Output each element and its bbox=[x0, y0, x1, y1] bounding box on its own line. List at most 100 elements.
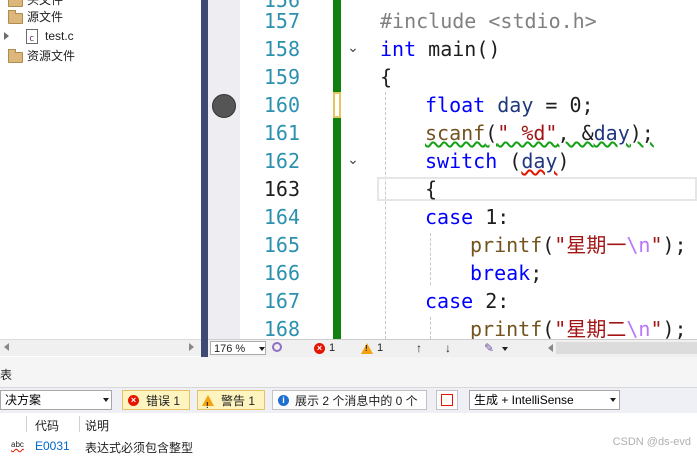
error-count[interactable]: 1 bbox=[329, 341, 335, 356]
info-icon: i bbox=[278, 395, 289, 406]
breakpoint-icon[interactable] bbox=[212, 94, 236, 118]
arrow-down-icon[interactable]: ↓ bbox=[445, 341, 451, 356]
indent-guide bbox=[385, 92, 386, 339]
code-text: ); bbox=[662, 233, 687, 257]
code-text: ); bbox=[629, 121, 654, 145]
zoom-level: 176 % bbox=[214, 343, 246, 355]
column-separator[interactable] bbox=[79, 416, 80, 432]
button-label: 错误 1 bbox=[146, 394, 181, 408]
code-line: switch (day) bbox=[425, 147, 570, 175]
line-number: 162 bbox=[263, 149, 300, 173]
collapse-chevron-icon[interactable]: ⌄ bbox=[346, 41, 360, 55]
code-text: ); bbox=[662, 317, 687, 339]
code-text: ( bbox=[542, 233, 555, 257]
warning-icon bbox=[202, 395, 214, 416]
panel-separator[interactable] bbox=[201, 0, 208, 357]
health-icon[interactable] bbox=[272, 342, 282, 352]
keyword: case bbox=[425, 205, 474, 229]
line-number: 160 bbox=[263, 93, 300, 117]
code-text: ; bbox=[530, 261, 543, 285]
scroll-left-icon[interactable] bbox=[548, 344, 553, 352]
line-numbers: 156 157 158 159 160 161 162 163 164 165 … bbox=[240, 0, 330, 341]
error-list-title-bar: 表 bbox=[0, 357, 697, 387]
brush-icon[interactable]: ✎ bbox=[484, 341, 494, 356]
error-list-header: 代码 说明 bbox=[0, 413, 697, 436]
warning-icon[interactable] bbox=[361, 343, 373, 354]
current-line-number: 163 bbox=[263, 177, 300, 201]
horizontal-scrollbar[interactable] bbox=[556, 342, 697, 354]
tree-item-label: 源文件 bbox=[27, 10, 64, 24]
line-number: 167 bbox=[263, 289, 300, 313]
scroll-left-icon[interactable] bbox=[4, 343, 9, 351]
keyword: switch bbox=[425, 149, 498, 173]
warnings-filter-button[interactable]: 警告 1 bbox=[197, 390, 265, 416]
code-text: 1: bbox=[473, 205, 510, 229]
string-literal: " bbox=[650, 317, 663, 339]
filter-button[interactable] bbox=[436, 390, 458, 410]
code-text: ( bbox=[542, 317, 555, 339]
tree-item-label: test.c bbox=[45, 29, 74, 43]
arrow-up-icon[interactable]: ↑ bbox=[416, 341, 422, 356]
code-line: printf("星期二\n"); bbox=[470, 315, 687, 339]
error-icon[interactable]: × bbox=[314, 343, 325, 354]
line-number: 158 bbox=[263, 37, 300, 61]
column-header-code[interactable]: 代码 bbox=[35, 417, 59, 434]
string-literal: " bbox=[650, 233, 663, 257]
folder-icon bbox=[8, 0, 23, 7]
code-line: int main() bbox=[380, 35, 500, 63]
glyph-margin[interactable] bbox=[208, 0, 240, 339]
line-number: 164 bbox=[263, 205, 300, 229]
variable: day bbox=[593, 121, 630, 145]
keyword: case bbox=[425, 289, 474, 313]
code-line: case 2: bbox=[425, 287, 509, 315]
collapse-chevron-icon[interactable]: ⌄ bbox=[346, 153, 360, 167]
line-number: 161 bbox=[263, 121, 300, 145]
function-name: printf bbox=[470, 233, 543, 257]
escape-sequence: \n bbox=[626, 233, 651, 257]
button-label: 警告 1 bbox=[221, 394, 256, 408]
function-name: scanf bbox=[425, 121, 486, 145]
column-separator[interactable] bbox=[26, 416, 27, 432]
keyword: int bbox=[380, 37, 417, 61]
table-row[interactable]: abc E0031 表达式必须包含整型 bbox=[0, 435, 697, 457]
zoom-dropdown[interactable]: 176 % bbox=[210, 341, 266, 355]
code-text: ( bbox=[485, 121, 498, 145]
code-line: case 1: bbox=[425, 203, 509, 231]
warning-count[interactable]: 1 bbox=[377, 341, 383, 356]
error-description: 表达式必须包含整型 bbox=[85, 441, 194, 455]
code-line: #include <stdio.h> bbox=[380, 9, 597, 33]
code-line: printf("星期一\n"); bbox=[470, 231, 687, 259]
string-literal: " %d" bbox=[497, 121, 558, 145]
errors-filter-button[interactable]: × 错误 1 bbox=[122, 390, 190, 410]
spelling-error-icon: abc bbox=[11, 440, 24, 449]
code-line: { bbox=[380, 65, 393, 89]
chevron-down-icon bbox=[610, 398, 616, 402]
code-text: ( bbox=[497, 149, 522, 173]
scope-value: 决方案 bbox=[5, 393, 42, 407]
string-literal: "星期二 bbox=[554, 317, 627, 339]
scroll-right-icon[interactable] bbox=[189, 343, 194, 351]
solution-explorer-hscrollbar[interactable] bbox=[0, 339, 201, 356]
line-number: 165 bbox=[263, 233, 300, 257]
code-text: 2: bbox=[473, 289, 510, 313]
line-number: 157 bbox=[263, 9, 300, 33]
build-filter-value: 生成 + IntelliSense bbox=[474, 393, 574, 407]
code-line: break; bbox=[470, 259, 542, 287]
keyword: break bbox=[470, 261, 531, 285]
chevron-down-icon bbox=[103, 398, 109, 402]
escape-sequence: \n bbox=[626, 317, 651, 339]
scope-dropdown[interactable]: 决方案 bbox=[0, 390, 112, 410]
build-intellisense-dropdown[interactable]: 生成 + IntelliSense bbox=[469, 390, 620, 410]
error-code-link[interactable]: E0031 bbox=[35, 439, 70, 453]
code-text: = 0; bbox=[533, 93, 594, 117]
code-text: ) bbox=[557, 149, 570, 173]
code-line: float day = 0; bbox=[425, 91, 594, 119]
code-line-warning: scanf(" %d", &day); bbox=[425, 119, 654, 147]
expand-arrow-icon[interactable] bbox=[4, 32, 9, 40]
indent-guide bbox=[430, 317, 431, 339]
messages-filter-button[interactable]: i 展示 2 个消息中的 0 个 bbox=[272, 390, 427, 410]
chevron-down-icon[interactable] bbox=[502, 347, 508, 351]
column-header-description[interactable]: 说明 bbox=[85, 417, 109, 434]
function-name: printf bbox=[470, 317, 543, 339]
folder-icon bbox=[8, 49, 23, 63]
